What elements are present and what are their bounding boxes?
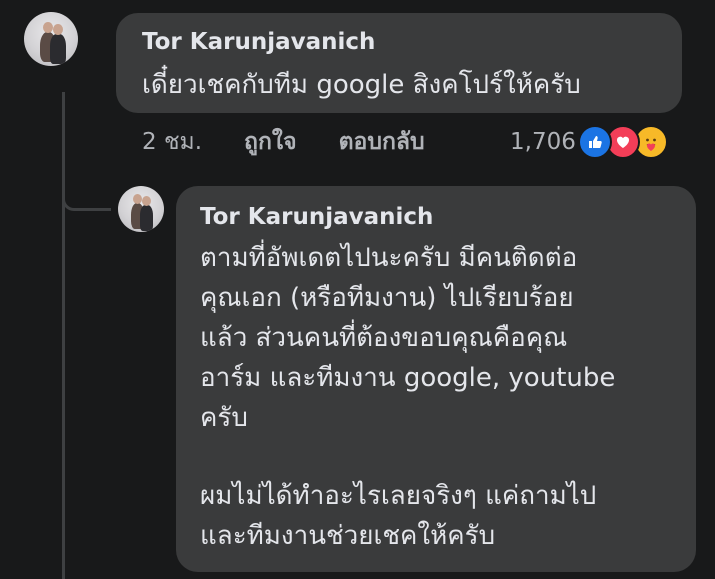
reply-button[interactable]: ตอบกลับ xyxy=(339,124,425,160)
thread-line xyxy=(62,92,65,579)
comment-thread: Tor Karunjavanich เดี๋ยวเชคกับทีม google… xyxy=(0,0,715,579)
reply-line: อาร์ม และทีมงาน google, youtube xyxy=(200,363,616,393)
reply-line: คุณเอก (หรือทีมงาน) ไปเรียบร้อย xyxy=(200,283,574,313)
reply-line: ครับ xyxy=(200,403,248,433)
reply-author[interactable]: Tor Karunjavanich xyxy=(200,204,433,230)
comment-bubble: Tor Karunjavanich เดี๋ยวเชคกับทีม google… xyxy=(116,13,682,113)
avatar[interactable] xyxy=(24,12,78,66)
reply-line: ผมไม่ได้ทำอะไรเลยจริงๆ แค่ถามไป xyxy=(200,481,597,511)
reaction-count[interactable]: 1,706 xyxy=(510,129,576,155)
like-button[interactable]: ถูกใจ xyxy=(244,124,297,160)
reaction-summary[interactable]: 1,706 xyxy=(510,122,668,162)
reply-line: แล้ว ส่วนคนที่ต้องขอบคุณคือคุณ xyxy=(200,323,568,353)
thread-branch xyxy=(62,178,111,211)
reply-avatar[interactable] xyxy=(118,186,164,232)
reply-text: ตามที่อัพเดตไปนะครับ มีคนติดต่อ คุณเอก (… xyxy=(200,238,615,556)
comment-actions: 2 ชม. ถูกใจ ตอบกลับ xyxy=(142,122,425,162)
reply-bubble: Tor Karunjavanich ตามที่อัพเดตไปนะครับ ม… xyxy=(176,186,696,572)
comment-time[interactable]: 2 ชม. xyxy=(142,124,202,160)
comment-author[interactable]: Tor Karunjavanich xyxy=(142,29,375,55)
reply-line: และทีมงานช่วยเชคให้ครับ xyxy=(200,521,496,551)
comment-text: เดี๋ยวเชคกับทีม google สิงคโปร์ให้ครับ xyxy=(142,70,581,100)
like-icon xyxy=(577,125,612,159)
reply-line: ตามที่อัพเดตไปนะครับ มีคนติดต่อ xyxy=(200,243,578,273)
